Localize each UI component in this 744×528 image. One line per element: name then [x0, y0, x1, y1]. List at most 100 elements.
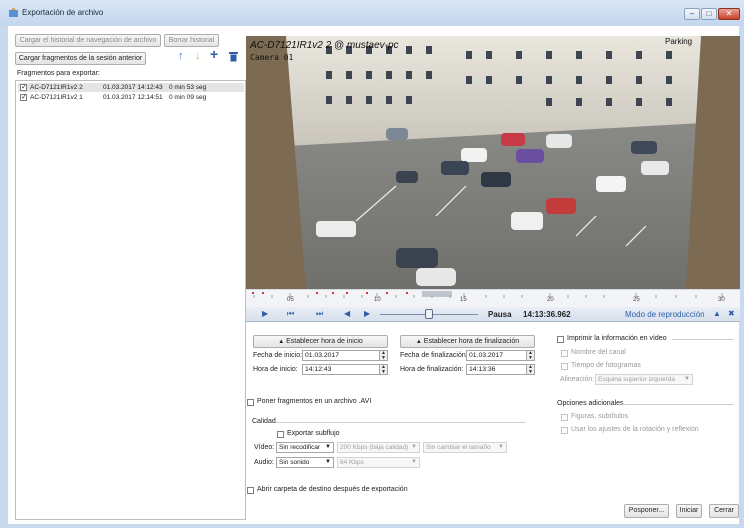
timeline-tick-label: 30 — [718, 297, 725, 303]
frame-time-label: Tiempo de fotogramas — [571, 362, 641, 369]
collapse-up-icon[interactable]: ▲ — [713, 309, 721, 319]
start-date-spinner[interactable]: ▲ ▼ — [380, 350, 388, 361]
start-time-spinner[interactable]: ▲ ▼ — [380, 364, 388, 375]
video-codec-value: Sin recodificar — [279, 444, 321, 451]
rotation-label: Usar los ajustes de la rotación y reflex… — [571, 426, 699, 433]
video-frame[interactable] — [246, 36, 740, 289]
add-icon[interactable]: + — [210, 46, 218, 62]
window-title: Exportación de archivo — [22, 8, 104, 17]
open-folder-checkbox[interactable] — [247, 487, 254, 494]
load-history-button[interactable]: Cargar el historial de navegación de arc… — [15, 34, 161, 47]
frame-time-checkbox[interactable] — [561, 363, 568, 370]
chevron-down-icon: ▼ — [684, 376, 690, 382]
set-start-time-label: Establecer hora de inicio — [286, 338, 363, 345]
title-bar — [0, 0, 744, 26]
video-bitrate-select[interactable]: 200 Kbps (baja calidad) ▼ — [337, 442, 420, 453]
frame-back-icon[interactable]: ◀︎ — [344, 309, 350, 319]
audio-bitrate-value: 64 Kbps — [340, 459, 364, 466]
start-date-label: Fecha de inicio: — [253, 352, 303, 359]
channel-name-label: Nombre del canal — [571, 349, 626, 356]
fragments-list[interactable]: ✓ AC-D7121IR1v2 2 01.03.2017 14:12:43 0 … — [15, 80, 246, 520]
set-end-time-button[interactable]: ▲ Establecer hora de finalización — [400, 335, 535, 348]
fragment-datetime: 01.03.2017 12:14:51 — [103, 94, 163, 101]
minimize-button[interactable]: – — [684, 8, 700, 20]
fragment-name: AC-D7121IR1v2 1 — [30, 94, 83, 101]
print-info-checkbox[interactable] — [557, 336, 564, 343]
group-divider — [276, 422, 526, 423]
start-date-field[interactable]: 01.03.2017 — [302, 350, 380, 361]
close-window-button[interactable]: ✕ — [718, 8, 740, 20]
timeline-tick-label: 25 — [633, 297, 640, 303]
alignment-value: Esquina superior izquierda — [598, 376, 675, 383]
fragment-checkbox[interactable]: ✓ — [20, 84, 27, 91]
timeline-tick-label: 10 — [374, 297, 381, 303]
skip-start-icon[interactable]: ⏮ — [287, 309, 294, 319]
delete-icon[interactable] — [229, 51, 238, 62]
channel-name-checkbox[interactable] — [561, 350, 568, 357]
list-item[interactable]: ✓ AC-D7121IR1v2 2 01.03.2017 14:12:43 0 … — [18, 83, 244, 92]
audio-codec-value: Sin sonido — [279, 459, 310, 466]
speed-slider-thumb[interactable] — [425, 309, 433, 319]
close-player-icon[interactable]: ✖ — [728, 309, 735, 319]
maximize-button[interactable]: □ — [701, 8, 717, 20]
avi-checkbox[interactable] — [247, 399, 254, 406]
end-time-field[interactable]: 14:13:36 — [466, 364, 527, 375]
audio-bitrate-select[interactable]: 64 Kbps ▼ — [337, 457, 420, 468]
skip-end-icon[interactable]: ⏭ — [316, 309, 323, 319]
video-overlay-camera: Camera 01 — [250, 53, 294, 62]
alignment-select[interactable]: Esquina superior izquierda ▼ — [595, 374, 693, 385]
chevron-down-icon: ▼ — [411, 444, 417, 450]
end-time-label: Hora de finalización: — [400, 366, 464, 373]
fragment-name: AC-D7121IR1v2 2 — [30, 84, 83, 91]
chevron-down-icon: ▼ — [498, 444, 504, 450]
app-icon — [9, 7, 18, 17]
video-label: Vídeo: — [254, 444, 275, 451]
end-date-label: Fecha de finalización: — [400, 352, 468, 359]
start-export-button[interactable]: Iniciar — [676, 504, 702, 518]
shapes-checkbox[interactable] — [561, 414, 568, 421]
chevron-down-icon: ▼ — [325, 444, 331, 450]
play-icon[interactable]: ▶ — [262, 309, 268, 319]
fragment-checkbox[interactable]: ✓ — [20, 94, 27, 101]
playback-mode-link[interactable]: Modo de reproducción — [625, 310, 705, 319]
export-substream-label: Exportar subflujo — [287, 430, 340, 437]
end-date-field[interactable]: 01.03.2017 — [466, 350, 527, 361]
timeline-tick-label: 20 — [547, 297, 554, 303]
shapes-label: Figuras, subtítulos — [571, 413, 629, 420]
fragment-duration: 0 min 09 seg — [169, 94, 207, 101]
fragments-label: Fragmentos para exportar: — [17, 70, 100, 77]
quality-title: Calidad — [252, 418, 276, 425]
set-end-time-label: Establecer hora de finalización — [423, 338, 520, 345]
load-previous-session-button[interactable]: Cargar fragmentos de la sesión anterior — [15, 52, 146, 65]
video-codec-select[interactable]: Sin recodificar ▼ — [276, 442, 334, 453]
export-substream-checkbox[interactable] — [277, 431, 284, 438]
timeline-tick-label: 15 — [460, 297, 467, 303]
avi-label: Poner fragmentos en un archivo .AVI — [257, 398, 372, 405]
fragment-duration: 0 min 53 seg — [169, 84, 207, 91]
end-time-spinner[interactable]: ▲ ▼ — [527, 364, 535, 375]
group-divider — [622, 404, 734, 405]
move-down-icon[interactable]: ↓ — [195, 50, 201, 62]
player-state: Pausa — [488, 310, 512, 319]
arrow-up-icon: ▲ — [415, 339, 422, 345]
postpone-button[interactable]: Posponer... — [624, 504, 669, 518]
end-date-spinner[interactable]: ▲ ▼ — [527, 350, 535, 361]
list-item[interactable]: ✓ AC-D7121IR1v2 1 01.03.2017 12:14:51 0 … — [18, 93, 244, 102]
frame-forward-icon[interactable]: ▶︎ — [364, 309, 370, 319]
chevron-down-icon: ▼ — [325, 459, 331, 465]
video-size-select[interactable]: Sin cambiar el tamaño ▼ — [423, 442, 507, 453]
close-button[interactable]: Cerrar — [709, 504, 739, 518]
additional-options-title: Opciones adicionales — [557, 400, 624, 407]
video-overlay-title: AC-D7121IR1v2 2 @ mustaev-pc — [250, 40, 399, 51]
video-overlay-parking: Parking — [665, 37, 693, 46]
open-folder-label: Abrir carpeta de destino después de expo… — [257, 486, 408, 493]
start-time-field[interactable]: 14:12:43 — [302, 364, 380, 375]
move-up-icon[interactable]: ↑ — [178, 50, 184, 62]
audio-label: Audio: — [254, 459, 274, 466]
audio-codec-select[interactable]: Sin sonido ▼ — [276, 457, 334, 468]
rotation-checkbox[interactable] — [561, 427, 568, 434]
fragment-datetime: 01.03.2017 14:12:43 — [103, 84, 163, 91]
start-time-label: Hora de inicio: — [253, 366, 298, 373]
alignment-label: Alineación: — [560, 376, 595, 383]
set-start-time-button[interactable]: ▲ Establecer hora de inicio — [253, 335, 388, 348]
